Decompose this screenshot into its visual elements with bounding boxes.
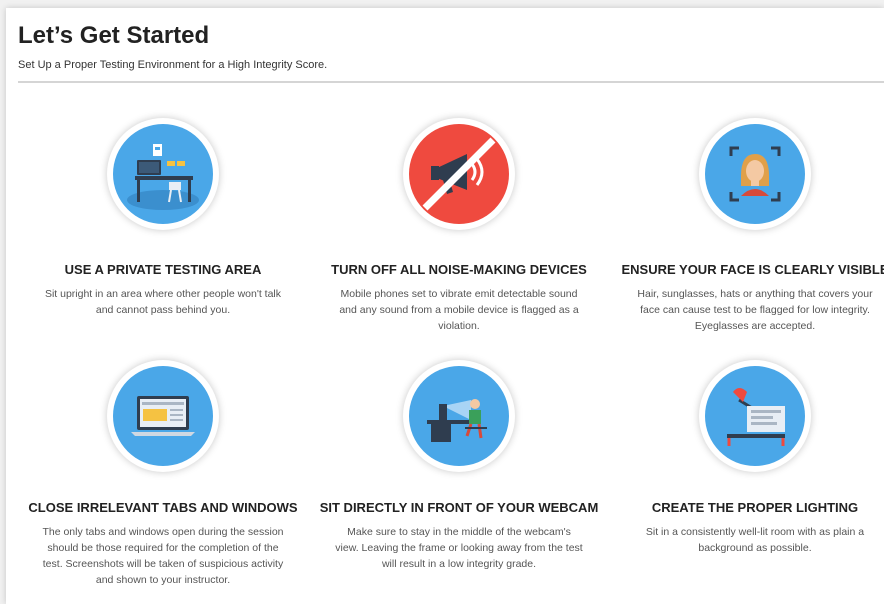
private-area-icon bbox=[107, 118, 219, 230]
step-heading: ENSURE YOUR FACE IS CLEARLY VISIBLE bbox=[621, 262, 884, 277]
step-heading: USE A PRIVATE TESTING AREA bbox=[64, 262, 262, 277]
step-description: Sit in a consistently well-lit room with… bbox=[645, 526, 865, 554]
header-divider bbox=[18, 81, 884, 83]
step-description: Sit upright in an area where other peopl… bbox=[44, 288, 282, 316]
step-heading: TURN OFF ALL NOISE-MAKING DEVICES bbox=[331, 262, 587, 277]
step-heading: CLOSE IRRELEVANT TABS AND WINDOWS bbox=[28, 500, 298, 515]
close-tabs-icon bbox=[107, 360, 219, 472]
lighting-icon bbox=[699, 360, 811, 472]
step-description: The only tabs and windows open during th… bbox=[42, 526, 284, 586]
page-subtitle: Set Up a Proper Testing Environment for … bbox=[18, 59, 328, 71]
step-close-tabs: CLOSE IRRELEVANT TABS AND WINDOWS The on… bbox=[18, 360, 308, 588]
main-card: Let’s Get Started Set Up a Proper Testin… bbox=[6, 8, 884, 604]
step-lighting: CREATE THE PROPER LIGHTING Sit in a cons… bbox=[610, 360, 884, 556]
step-description: Make sure to stay in the middle of the w… bbox=[335, 526, 583, 570]
step-description: Mobile phones set to vibrate emit detect… bbox=[339, 288, 579, 332]
step-heading: CREATE THE PROPER LIGHTING bbox=[651, 500, 859, 515]
no-noise-icon bbox=[403, 118, 515, 230]
webcam-position-icon bbox=[403, 360, 515, 472]
face-visible-icon bbox=[699, 118, 811, 230]
step-private-area: USE A PRIVATE TESTING AREA Sit upright i… bbox=[18, 118, 308, 318]
page-title: Let’s Get Started bbox=[18, 22, 210, 49]
step-noise-devices: TURN OFF ALL NOISE-MAKING DEVICES Mobile… bbox=[314, 118, 604, 334]
step-heading: SIT DIRECTLY IN FRONT OF YOUR WEBCAM bbox=[319, 500, 599, 515]
step-description: Hair, sunglasses, hats or anything that … bbox=[637, 288, 873, 332]
step-face-visible: ENSURE YOUR FACE IS CLEARLY VISIBLE Hair… bbox=[610, 118, 884, 334]
step-webcam-position: SIT DIRECTLY IN FRONT OF YOUR WEBCAM Mak… bbox=[314, 360, 604, 572]
